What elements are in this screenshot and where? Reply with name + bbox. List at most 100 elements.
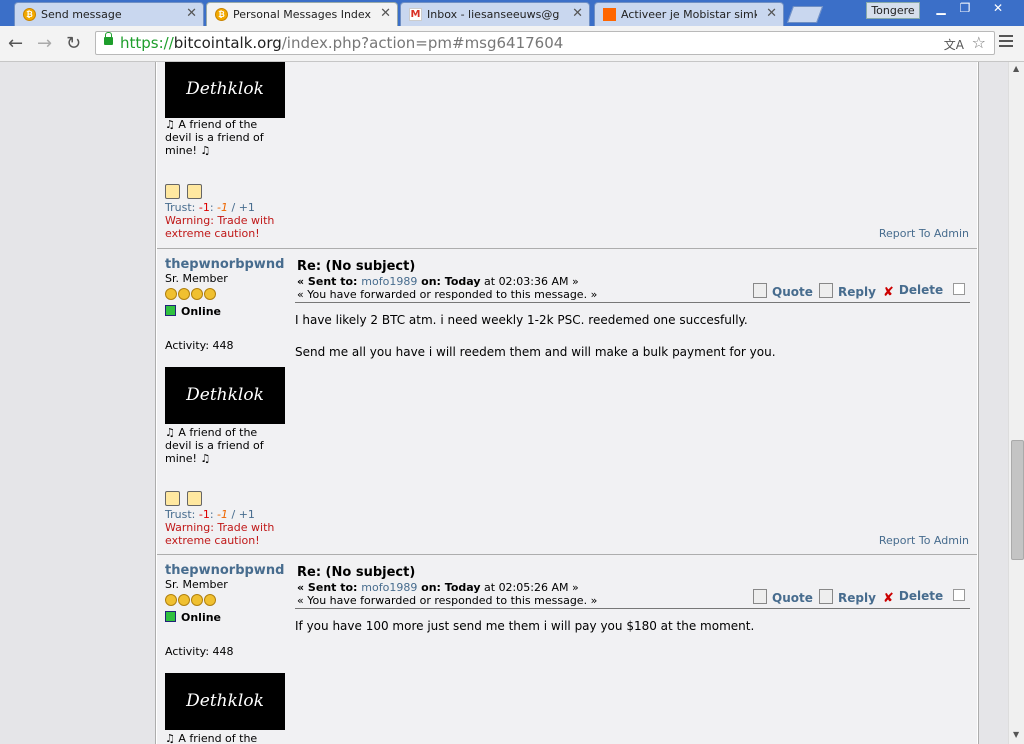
author-name[interactable]: thepwnorbpwnd: [165, 563, 284, 578]
message-subject[interactable]: Re: (No subject): [297, 565, 415, 580]
address-bar[interactable]: https://bitcointalk.org/index.php?action…: [95, 31, 995, 55]
message-subject[interactable]: Re: (No subject): [297, 259, 415, 274]
reply-button[interactable]: Reply: [819, 589, 876, 605]
avatar: Dethklok: [165, 367, 285, 424]
author-rank: Sr. Member: [165, 272, 228, 285]
url-domain: bitcointalk.org: [173, 34, 282, 52]
trust-score[interactable]: Trust: -1: -1 / +1: [165, 508, 255, 521]
tab-strip: ₿ Send message ✕ ₿ Personal Messages Ind…: [0, 0, 1024, 27]
divider: [295, 608, 970, 609]
message-paragraph: If you have 100 more just send me them i…: [295, 619, 755, 633]
message-meta: « Sent to: mofo1989 on: Today at 02:05:2…: [297, 581, 598, 607]
report-to-admin-link[interactable]: Report To Admin: [879, 534, 969, 547]
scroll-up-icon[interactable]: ▲: [1013, 64, 1019, 73]
star-icon: [178, 288, 190, 300]
translate-icon[interactable]: 文A: [944, 36, 964, 53]
author-rank: Sr. Member: [165, 578, 228, 591]
restore-icon[interactable]: ❐: [952, 0, 978, 17]
activity-count: Activity: 448: [165, 645, 234, 658]
profile-icon[interactable]: [165, 491, 180, 506]
reply-icon: [819, 589, 833, 604]
quote-icon: [753, 589, 767, 604]
online-icon: [165, 305, 176, 316]
tab-personal-messages[interactable]: ₿ Personal Messages Index ✕: [206, 2, 398, 27]
bitcoin-icon: ₿: [23, 8, 36, 21]
recipient-link[interactable]: mofo1989: [361, 581, 417, 594]
back-icon[interactable]: ←: [8, 33, 23, 54]
delete-icon: ✘: [883, 591, 894, 606]
message-meta: « Sent to: mofo1989 on: Today at 02:03:3…: [297, 275, 598, 301]
profile-button[interactable]: Tongere: [866, 2, 920, 19]
message-icon[interactable]: [187, 184, 202, 199]
quote-icon: [753, 283, 767, 298]
online-icon: [165, 611, 176, 622]
star-icon: [191, 288, 203, 300]
online-status: Online: [165, 305, 221, 318]
quote-button[interactable]: Quote: [753, 283, 813, 299]
author-name[interactable]: thepwnorbpwnd: [165, 257, 284, 272]
menu-icon[interactable]: [999, 35, 1013, 50]
forwarded-note: « You have forwarded or responded to thi…: [297, 594, 598, 607]
tab-mobistar[interactable]: Activeer je Mobistar simkaart ✕: [594, 2, 784, 26]
reply-button[interactable]: Reply: [819, 283, 876, 299]
close-icon[interactable]: ✕: [186, 6, 197, 21]
tab-title: Personal Messages Index: [233, 8, 371, 21]
forward-icon[interactable]: →: [37, 33, 52, 54]
url-path: /index.php?action=pm#msg6417604: [281, 34, 564, 52]
post-tail: Dethklok ♫ A friend of the devil is a fr…: [157, 62, 977, 248]
delete-icon: ✘: [883, 285, 894, 300]
message-body: I have likely 2 BTC atm. i need weekly 1…: [295, 312, 965, 376]
star-icon: [165, 288, 177, 300]
quote-button[interactable]: Quote: [753, 589, 813, 605]
star-icon: [191, 594, 203, 606]
message-paragraph: I have likely 2 BTC atm. i need weekly 1…: [295, 313, 748, 327]
recipient-link[interactable]: mofo1989: [361, 275, 417, 288]
trust-warning: Warning: Trade with extreme caution!: [165, 214, 275, 240]
star-icon: [204, 594, 216, 606]
tab-title: Inbox - liesanseeuws@gmail: [427, 8, 559, 21]
vertical-scrollbar[interactable]: ▲ ▼: [1008, 62, 1024, 744]
star-icon: [204, 288, 216, 300]
avatar: Dethklok: [165, 673, 285, 730]
lock-icon: [104, 32, 113, 45]
pm-content: Dethklok ♫ A friend of the devil is a fr…: [155, 62, 979, 744]
message-icon[interactable]: [187, 491, 202, 506]
bitcoin-icon: ₿: [215, 8, 228, 21]
signature-text: ♫ A friend of the devil is a friend of m…: [165, 732, 258, 744]
activity-count: Activity: 448: [165, 339, 234, 352]
message-paragraph: Send me all you have i will reedem them …: [295, 345, 776, 359]
close-icon[interactable]: ✕: [766, 6, 777, 21]
url-scheme: https://: [120, 34, 174, 52]
trust-score[interactable]: Trust: -1: -1 / +1: [165, 201, 255, 214]
pm-message: thepwnorbpwnd Sr. Member Online Activity…: [157, 554, 977, 744]
tab-title: Activeer je Mobistar simkaart: [621, 8, 757, 21]
select-checkbox[interactable]: [953, 283, 965, 295]
select-checkbox[interactable]: [953, 589, 965, 601]
minimize-icon[interactable]: ▁: [928, 0, 954, 17]
tab-gmail-inbox[interactable]: M Inbox - liesanseeuws@gmail ✕: [400, 2, 590, 26]
rank-stars: [165, 591, 217, 610]
forwarded-note: « You have forwarded or responded to thi…: [297, 288, 598, 301]
close-icon[interactable]: ✕: [380, 6, 391, 21]
scroll-down-icon[interactable]: ▼: [1013, 730, 1019, 739]
close-icon[interactable]: ✕: [572, 6, 583, 21]
delete-button[interactable]: ✘ Delete: [883, 589, 943, 606]
divider: [295, 302, 970, 303]
tab-send-message[interactable]: ₿ Send message ✕: [14, 2, 204, 26]
new-tab-button[interactable]: [786, 6, 824, 23]
close-window-icon[interactable]: ✕: [978, 0, 1018, 17]
rank-stars: [165, 285, 217, 304]
signature-text: ♫ A friend of the devil is a friend of m…: [165, 426, 264, 465]
report-to-admin-link[interactable]: Report To Admin: [879, 227, 969, 240]
bookmark-star-icon[interactable]: ☆: [972, 33, 986, 52]
scrollbar-thumb[interactable]: [1011, 440, 1024, 560]
pm-message: thepwnorbpwnd Sr. Member Online Activity…: [157, 248, 977, 554]
delete-button[interactable]: ✘ Delete: [883, 283, 943, 300]
reply-icon: [819, 283, 833, 298]
profile-icon[interactable]: [165, 184, 180, 199]
reload-icon[interactable]: ↻: [66, 33, 81, 54]
tab-title: Send message: [41, 8, 122, 21]
message-body: If you have 100 more just send me them i…: [295, 618, 965, 650]
orange-icon: [603, 8, 616, 21]
gmail-icon: M: [409, 8, 422, 21]
